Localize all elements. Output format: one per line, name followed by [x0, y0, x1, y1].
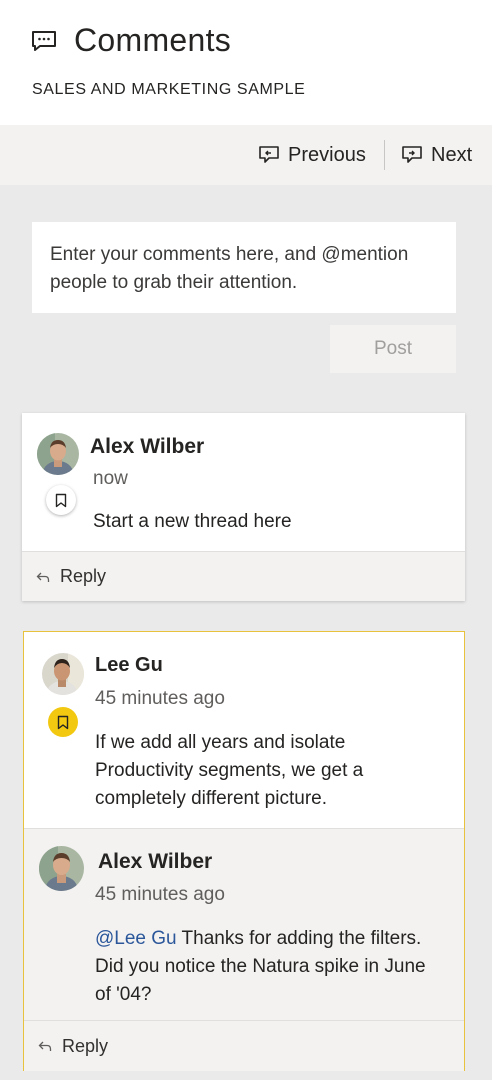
bookmark-marker-active[interactable] [48, 707, 78, 737]
bookmark-marker[interactable] [46, 485, 76, 515]
report-name: SALES AND MARKETING SAMPLE [32, 81, 306, 98]
bookmark-icon [57, 715, 69, 729]
reply-icon [36, 572, 50, 582]
previous-button[interactable]: Previous [258, 141, 366, 169]
reply-label: Reply [62, 1035, 109, 1056]
reply-icon [38, 1041, 52, 1051]
comment-thread[interactable]: Alex Wilber now Start a new thread here … [22, 413, 465, 601]
reply-comment: Alex Wilber 45 minutes ago @Lee Gu Thank… [24, 828, 464, 1020]
comment-text: Start a new thread here [93, 511, 292, 532]
next-button[interactable]: Next [401, 141, 472, 169]
comments-header: Comments SALES AND MARKETING SAMPLE [0, 0, 492, 125]
next-comment-icon [402, 146, 422, 163]
comment-timestamp: 45 minutes ago [95, 688, 225, 709]
comment-timestamp: now [93, 468, 128, 489]
avatar [37, 433, 79, 475]
post-button[interactable]: Post [330, 325, 456, 373]
next-label: Next [431, 143, 473, 166]
mention-link[interactable]: @Lee Gu [95, 928, 177, 949]
comment-author: Alex Wilber [90, 435, 205, 458]
reply-author: Alex Wilber [98, 850, 213, 873]
reply-text: @Lee Gu Thanks for adding the filters. D… [95, 925, 430, 1009]
nav-divider [384, 140, 385, 170]
bookmark-icon [55, 493, 67, 507]
reply-timestamp: 45 minutes ago [95, 884, 225, 905]
reply-label: Reply [60, 566, 107, 586]
reply-button[interactable]: Reply [24, 1020, 464, 1071]
previous-comment-icon [259, 146, 279, 163]
page-title: Comments [74, 22, 232, 58]
avatar [42, 653, 84, 695]
comment-icon [32, 31, 56, 51]
avatar [39, 846, 84, 891]
comment-thread-selected[interactable]: Lee Gu 45 minutes ago If we add all year… [23, 631, 465, 1071]
reply-button[interactable]: Reply [22, 551, 465, 601]
previous-label: Previous [288, 143, 366, 166]
comment-navigation-bar: Previous Next [0, 125, 492, 185]
comment-text: If we add all years and isolate Producti… [95, 732, 364, 809]
comment-input[interactable] [50, 241, 438, 294]
comment-composer [32, 222, 456, 313]
comment-author: Lee Gu [95, 654, 163, 676]
